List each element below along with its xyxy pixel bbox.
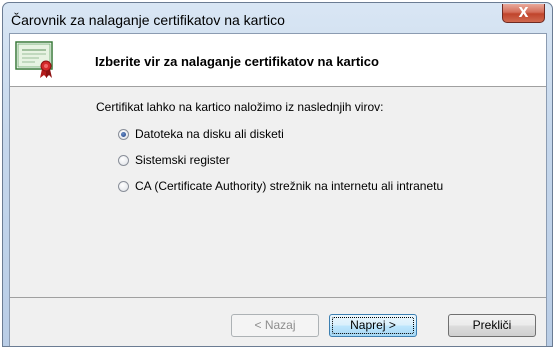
cancel-button[interactable]: Prekliči	[448, 314, 536, 337]
radio-label-file: Datoteka na disku ali disketi	[135, 127, 284, 141]
back-button[interactable]: < Nazaj	[231, 314, 319, 337]
wizard-window: Čarovnik za nalaganje certifikatov na ka…	[2, 2, 553, 347]
window-title: Čarovnik za nalaganje certifikatov na ka…	[11, 12, 285, 28]
radio-option-registry[interactable]: Sistemski register	[118, 153, 230, 167]
wizard-footer: < Nazaj Naprej > Prekliči	[10, 298, 546, 346]
next-button-label: Naprej >	[350, 318, 396, 332]
close-icon: X	[518, 5, 529, 21]
client-area: Izberite vir za nalaganje certifikatov n…	[9, 33, 547, 346]
radio-option-file[interactable]: Datoteka na disku ali disketi	[118, 127, 284, 141]
page-title: Izberite vir za nalaganje certifikatov n…	[95, 54, 379, 69]
certificate-icon	[15, 41, 53, 78]
radio-button[interactable]	[118, 180, 129, 192]
close-button[interactable]: X	[502, 4, 545, 23]
radio-option-ca-server[interactable]: CA (Certificate Authority) strežnik na i…	[118, 179, 443, 193]
radio-button-checked[interactable]	[118, 128, 129, 140]
title-bar: Čarovnik za nalaganje certifikatov na ka…	[3, 3, 552, 33]
radio-label-registry: Sistemski register	[135, 153, 230, 167]
next-button[interactable]: Naprej >	[329, 314, 417, 337]
radio-button[interactable]	[118, 154, 129, 166]
source-description: Certifikat lahko na kartico naložimo iz …	[96, 100, 384, 114]
wizard-body: Certifikat lahko na kartico naložimo iz …	[10, 87, 546, 298]
wizard-header: Izberite vir za nalaganje certifikatov n…	[10, 34, 546, 87]
radio-label-ca-server: CA (Certificate Authority) strežnik na i…	[135, 179, 444, 193]
